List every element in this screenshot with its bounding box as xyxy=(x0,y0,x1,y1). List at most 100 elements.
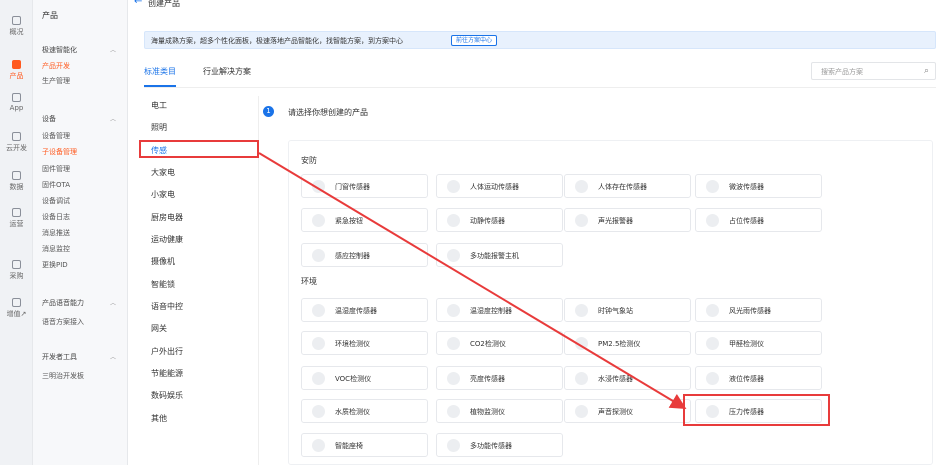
sos-button-icon xyxy=(312,214,325,227)
category-item[interactable]: 智能锁 xyxy=(151,279,175,290)
product-card[interactable]: 占位传感器 xyxy=(695,208,822,232)
tab-bar: 标准类目 行业解决方案 搜索产品方案 ⌕ xyxy=(144,60,936,88)
water-quality-icon xyxy=(312,405,325,418)
product-card[interactable]: 感应控制器 xyxy=(301,243,428,267)
co2-icon xyxy=(447,337,460,350)
product-card[interactable]: 水质检测仪 xyxy=(301,399,428,423)
product-card[interactable]: 声音探测仪 xyxy=(564,399,691,423)
solution-banner: 海量成熟方案，超多个性化面板，极速落地产品智能化，找智能方案，到方案中心 前往方… xyxy=(144,31,936,49)
rail-item-purchase[interactable]: 采购 xyxy=(0,260,33,281)
category-item[interactable]: 电工 xyxy=(151,100,167,111)
nav-item-pid[interactable]: 更换PID xyxy=(42,260,68,270)
product-panel: 安防 环境 门窗传感器 人体运动传感器 人体存在传感器 微波传感器 紧急按钮 动… xyxy=(288,140,933,465)
category-item[interactable]: 语音中控 xyxy=(151,301,183,312)
chevron-up-icon: ︿ xyxy=(109,116,116,123)
product-card[interactable]: 人体存在传感器 xyxy=(564,174,691,198)
product-card[interactable]: 时钟气象站 xyxy=(564,298,691,322)
category-item[interactable]: 其他 xyxy=(151,413,167,424)
product-card[interactable]: 温湿度传感器 xyxy=(301,298,428,322)
brightness-icon xyxy=(447,372,460,385)
environment-monitor-icon xyxy=(312,337,325,350)
step-number: 1 xyxy=(263,106,274,117)
thermometer-icon xyxy=(312,304,325,317)
product-card[interactable]: VOC检测仪 xyxy=(301,366,428,390)
search-icon[interactable]: ⌕ xyxy=(924,66,929,76)
product-annotation-box xyxy=(683,394,830,426)
nav-section-devtools[interactable]: 开发者工具 ︿ xyxy=(42,352,122,362)
induction-controller-icon xyxy=(312,249,325,262)
rail-item-value-added[interactable]: 增值↗ xyxy=(0,298,33,319)
product-card[interactable]: 多功能报警主机 xyxy=(436,243,563,267)
nav-item-monitor[interactable]: 消息监控 xyxy=(42,244,70,254)
category-item[interactable]: 照明 xyxy=(151,122,167,133)
product-icon xyxy=(12,60,21,69)
product-card[interactable]: 亮度传感器 xyxy=(436,366,563,390)
nav-item-subdevice-mgmt[interactable]: 子设备管理 xyxy=(42,147,77,157)
nav-item-production[interactable]: 生产管理 xyxy=(42,76,70,86)
rail-item-cloud[interactable]: 云开发 xyxy=(0,132,33,153)
siren-icon xyxy=(575,214,588,227)
rail-item-operation[interactable]: 运营 xyxy=(0,208,33,229)
nav-section-device[interactable]: 设备 ︿ xyxy=(42,114,122,124)
nav-item-sandwich[interactable]: 三明治开发板 xyxy=(42,371,84,381)
product-card[interactable]: 水浸传感器 xyxy=(564,366,691,390)
nav-item-device-mgmt[interactable]: 设备管理 xyxy=(42,131,70,141)
chevron-up-icon: ︿ xyxy=(109,300,116,307)
nav-section-voice[interactable]: 产品语音能力 ︿ xyxy=(42,298,122,308)
nav-item-firmware[interactable]: 固件管理 xyxy=(42,164,70,174)
search-input[interactable]: 搜索产品方案 ⌕ xyxy=(811,62,936,80)
rail-item-data[interactable]: 数据 xyxy=(0,171,33,192)
category-item[interactable]: 运动健康 xyxy=(151,234,183,245)
thermostat-icon xyxy=(447,304,460,317)
category-item[interactable]: 大家电 xyxy=(151,167,175,178)
alarm-host-icon xyxy=(447,249,460,262)
product-card[interactable]: PM2.5检测仪 xyxy=(564,331,691,355)
nav-item-debug[interactable]: 设备调试 xyxy=(42,196,70,206)
rail-item-product[interactable]: 产品 xyxy=(0,60,33,81)
back-arrow-icon[interactable]: ← xyxy=(134,0,142,7)
category-item[interactable]: 户外出行 xyxy=(151,346,183,357)
cloud-icon xyxy=(12,132,21,141)
multi-sensor-icon xyxy=(447,439,460,452)
product-card[interactable]: 液位传感器 xyxy=(695,366,822,390)
category-item[interactable]: 小家电 xyxy=(151,189,175,200)
product-card[interactable]: 人体运动传感器 xyxy=(436,174,563,198)
nav-item-ota[interactable]: 固件OTA xyxy=(42,180,70,190)
rail-item-overview[interactable]: 概况 xyxy=(0,16,33,37)
product-card[interactable]: 植物监测仪 xyxy=(436,399,563,423)
category-item[interactable]: 网关 xyxy=(151,323,167,334)
nav-item-logs[interactable]: 设备日志 xyxy=(42,212,70,222)
tab-industry[interactable]: 行业解决方案 xyxy=(203,66,251,77)
rail-item-app[interactable]: App xyxy=(0,93,33,112)
product-card[interactable]: 声光报警器 xyxy=(564,208,691,232)
home-icon xyxy=(12,16,21,25)
nav-item-product-dev[interactable]: 产品开发 xyxy=(42,61,70,71)
diamond-icon xyxy=(12,298,21,307)
category-item[interactable]: 节能能源 xyxy=(151,368,183,379)
category-item[interactable]: 摄像机 xyxy=(151,256,175,267)
product-card[interactable]: 动静传感器 xyxy=(436,208,563,232)
secondary-nav: 产品 极速智能化 ︿ 产品开发 生产管理 设备 ︿ 设备管理 子设备管理 固件管理 … xyxy=(33,0,128,465)
product-card[interactable]: 紧急按钮 xyxy=(301,208,428,232)
product-card[interactable]: 风光雨传感器 xyxy=(695,298,822,322)
category-item[interactable]: 厨房电器 xyxy=(151,212,183,223)
product-card[interactable]: 多功能传感器 xyxy=(436,433,563,457)
product-card[interactable]: 微波传感器 xyxy=(695,174,822,198)
weather-station-icon xyxy=(575,304,588,317)
solution-center-button[interactable]: 前往方案中心 xyxy=(451,35,498,46)
door-sensor-icon xyxy=(312,180,325,193)
nav-section-fast[interactable]: 极速智能化 ︿ xyxy=(42,45,122,55)
product-card[interactable]: CO2检测仪 xyxy=(436,331,563,355)
product-card[interactable]: 智能座椅 xyxy=(301,433,428,457)
product-card[interactable]: 温湿度控制器 xyxy=(436,298,563,322)
product-card[interactable]: 甲醛检测仪 xyxy=(695,331,822,355)
product-card[interactable]: 环境检测仪 xyxy=(301,331,428,355)
cart-icon xyxy=(12,260,21,269)
product-card[interactable]: 门窗传感器 xyxy=(301,174,428,198)
vibration-sensor-icon xyxy=(447,214,460,227)
category-item[interactable]: 数码娱乐 xyxy=(151,390,183,401)
group-title-security: 安防 xyxy=(301,156,317,165)
nav-item-push[interactable]: 消息推送 xyxy=(42,228,70,238)
tab-standard[interactable]: 标准类目 xyxy=(144,66,176,87)
nav-item-voice[interactable]: 语音方案接入 xyxy=(42,317,84,327)
